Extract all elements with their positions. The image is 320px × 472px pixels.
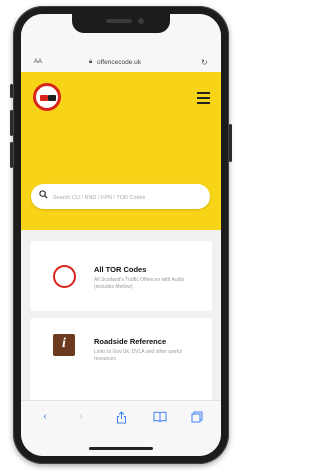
chevron-right-icon[interactable]: › [73,411,89,425]
site-header [21,72,221,230]
no-overtaking-sign-icon[interactable] [33,83,61,111]
volume-up-button [10,110,13,136]
url-text[interactable]: offencecode.uk [97,59,141,66]
card-roadside-reference[interactable]: i Roadside Reference Links to Gov.Uk, DV… [30,318,212,406]
home-indicator[interactable] [89,447,153,450]
red-circle-icon [53,265,76,288]
card-title: Roadside Reference [94,337,167,346]
card-title: All TOR Codes [94,265,147,274]
lock-icon: 🔒︎ [89,59,93,65]
mute-switch [10,84,13,98]
phone-screen: AA 🔒︎ offencecode.uk ↻ Search CU / RND /… [21,14,221,456]
hamburger-menu-icon[interactable] [197,92,210,107]
browser-toolbar: ‹ › [21,400,221,456]
tabs-icon[interactable] [189,411,205,425]
reload-icon[interactable]: ↻ [201,58,208,67]
card-all-tor-codes[interactable]: All TOR Codes All Scotland's Traffic Off… [30,241,212,311]
info-icon: i [53,334,75,356]
card-list: All TOR Codes All Scotland's Traffic Off… [21,230,221,420]
notch [72,14,170,33]
search-box[interactable] [31,184,210,211]
text-size-button[interactable]: AA [34,59,42,65]
phone-frame: AA 🔒︎ offencecode.uk ↻ Search CU / RND /… [10,6,232,464]
card-description: Links to Gov.Uk, DVLA and other useful r… [94,349,182,362]
book-icon[interactable] [152,411,168,425]
search-icon [39,190,48,199]
chevron-left-icon[interactable]: ‹ [37,411,53,425]
search-input[interactable] [51,184,209,211]
power-button [229,124,232,162]
card-description: All Scotland's Traffic Offences with Aud… [94,277,185,290]
volume-down-button [10,142,13,168]
share-icon[interactable] [113,411,129,425]
